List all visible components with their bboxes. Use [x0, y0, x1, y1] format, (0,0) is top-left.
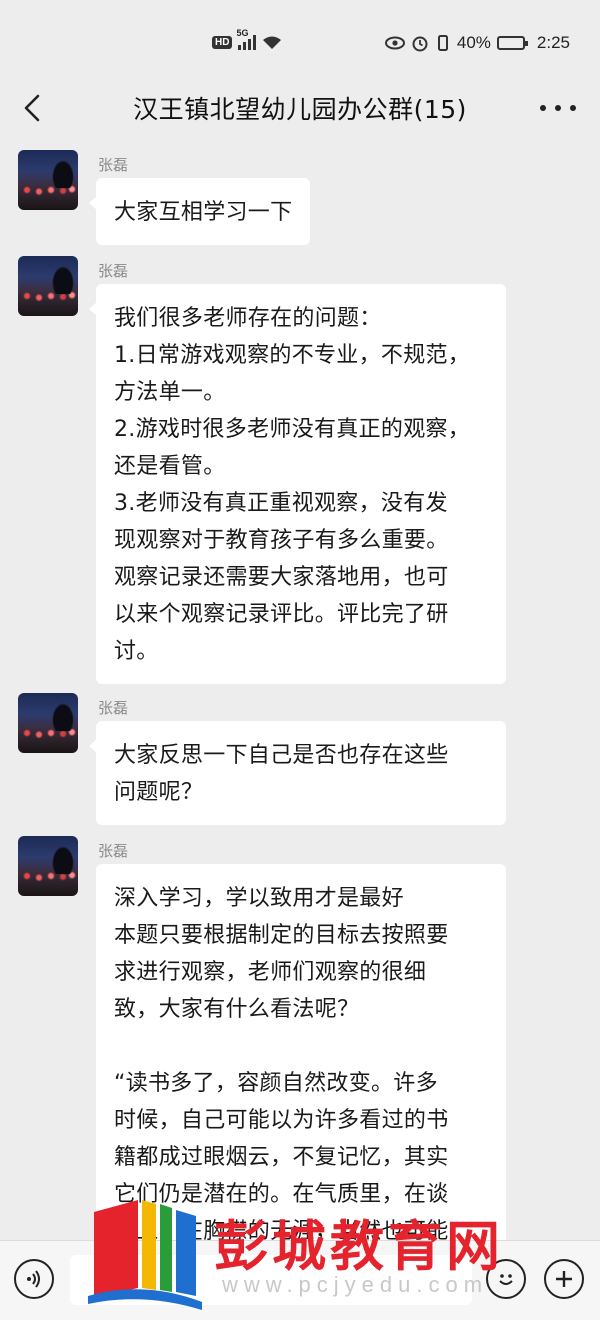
back-arrow-icon [24, 94, 40, 122]
sender-name: 张磊 [98, 842, 129, 860]
battery-icon [496, 36, 528, 50]
emoji-icon [499, 1274, 513, 1285]
message-line: 时候，自己可能以为许多看过的书 [114, 1108, 449, 1133]
chat-header: 汉王镇北望幼儿园办公群(15) [0, 78, 600, 138]
input-bar [0, 1240, 600, 1320]
message-line: 观察记录还需要大家落地用，也可 [114, 565, 449, 590]
hd-badge: HD [212, 35, 233, 49]
message-line: 大家互相学习一下 [114, 200, 293, 225]
clock: 2:25 [536, 33, 570, 52]
message-line: 它们仍是潜在的。在气质里，在谈 [114, 1182, 449, 1207]
status-bar: HD 5G 40% 2:25 [0, 0, 600, 78]
wifi-icon [262, 35, 282, 49]
message-bubble[interactable]: 大家反思一下自己是否也存在这些 问题呢？ [89, 721, 506, 825]
chat-title: 汉王镇北望幼儿园办公群(15) [133, 95, 467, 124]
message-line: 我们很多老师存在的问题： [114, 306, 382, 331]
message-line: 以来个观察记录评比。评比完了研 [114, 602, 449, 627]
avatar[interactable] [18, 150, 78, 210]
sender-name: 张磊 [98, 699, 129, 717]
status-right: 40% 2:25 [384, 33, 570, 53]
message-line: 还是看管。 [114, 454, 226, 479]
sender-name: 张磊 [98, 156, 129, 174]
back-button[interactable] [18, 92, 48, 124]
message-bubble[interactable]: 大家互相学习一下 [88, 178, 311, 245]
emoji-button[interactable] [486, 1259, 526, 1299]
more-button[interactable] [540, 92, 576, 124]
network-type: 5G [236, 28, 249, 38]
message-line: “读书多了，容颜自然改变。许多 [114, 1071, 438, 1096]
message-line: 方法单一。 [114, 380, 226, 405]
message-line: 致，大家有什么看法呢？ [114, 997, 360, 1022]
avatar[interactable] [18, 256, 78, 316]
message-line: 籍都成过眼烟云，不复记忆，其实 [114, 1145, 449, 1170]
message-line: 问题呢？ [114, 780, 204, 805]
avatar[interactable] [18, 836, 78, 896]
message-line: 深入学习，学以致用才是最好 [114, 886, 404, 911]
message-line: 本题只要根据制定的目标去按照要 [114, 923, 449, 948]
message-line: 3.老师没有真正重视观察，没有发 [114, 491, 448, 516]
vibrate-icon [437, 35, 448, 51]
message-line: 1.日常游戏观察的不专业，不规范， [114, 343, 471, 368]
message-bubble[interactable]: 我们很多老师存在的问题： 1.日常游戏观察的不专业，不规范， 方法单一。 2.游… [89, 284, 506, 684]
plus-icon [556, 1271, 572, 1287]
alarm-icon [412, 36, 428, 52]
battery-percent: 40% [456, 33, 491, 52]
more-icon [540, 105, 546, 111]
message-line: 求进行观察，老师们观察的很细 [114, 960, 427, 985]
message-input[interactable] [70, 1255, 472, 1305]
avatar[interactable] [18, 693, 78, 753]
voice-icon [27, 1270, 40, 1288]
eye-icon [384, 36, 405, 50]
status-left: HD 5G [212, 28, 282, 50]
message-line: 讨。 [114, 639, 159, 664]
message-line: 大家反思一下自己是否也存在这些 [114, 743, 449, 768]
message-line: 现观察对于教育孩子有多么重要。 [114, 528, 449, 553]
voice-button[interactable] [14, 1259, 54, 1299]
message-line: 2.游戏时很多老师没有真正的观察， [114, 417, 471, 442]
sender-name: 张磊 [98, 262, 129, 280]
cellular-signal-icon: 5G [236, 28, 257, 50]
plus-button[interactable] [544, 1259, 584, 1299]
